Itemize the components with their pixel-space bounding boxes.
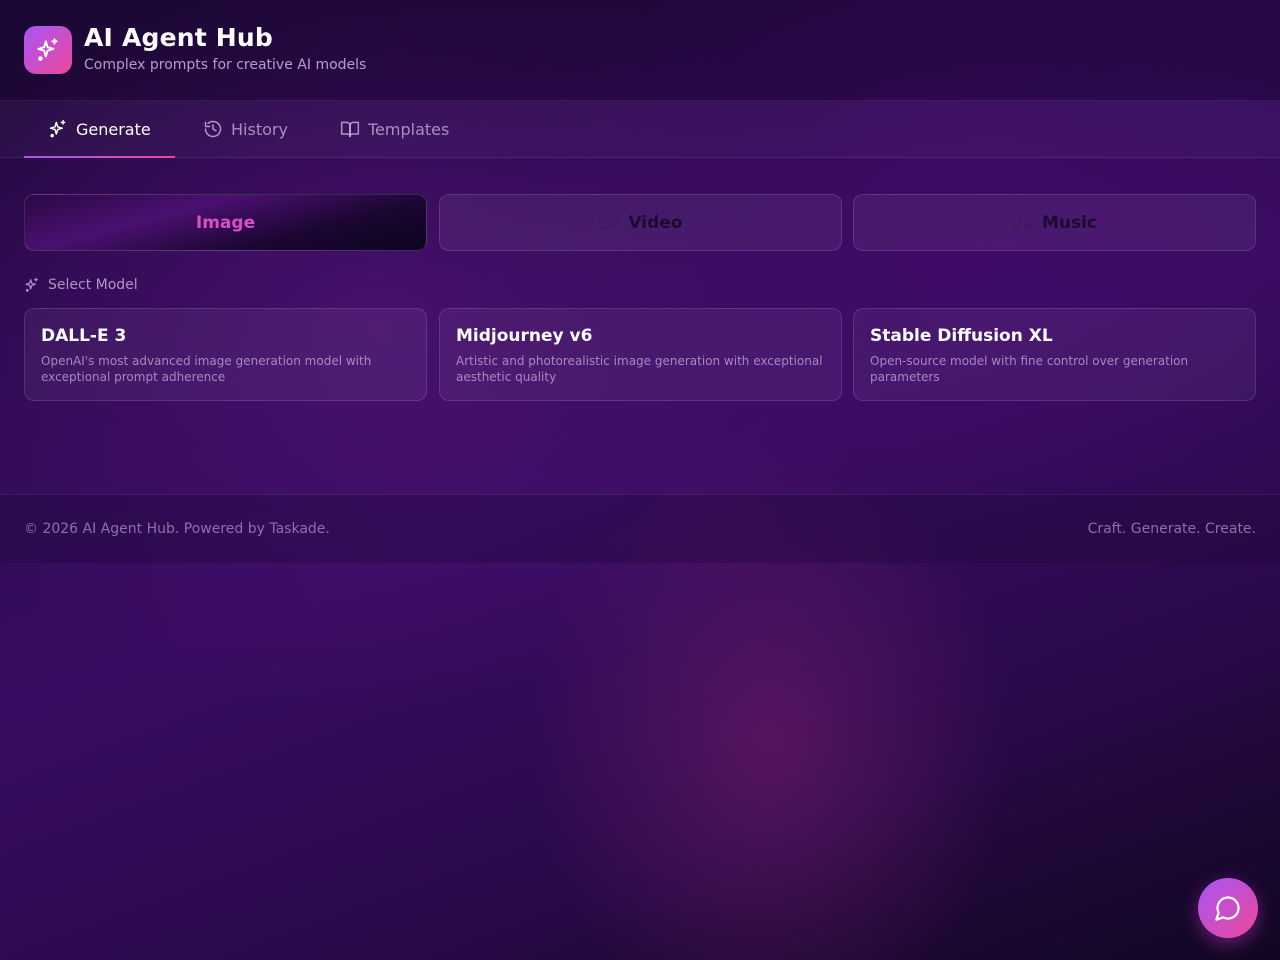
history-icon xyxy=(203,119,223,139)
app-header: AI Agent Hub Complex prompts for creativ… xyxy=(0,0,1280,101)
tab-label: Generate xyxy=(76,119,151,139)
model-description: Artistic and photorealistic image genera… xyxy=(456,354,823,384)
app-subtitle: Complex prompts for creative AI models xyxy=(84,57,367,73)
footer-tagline: Craft. Generate. Create. xyxy=(1087,521,1256,537)
chat-button[interactable] xyxy=(1198,878,1258,938)
app-footer: © 2026 AI Agent Hub. Powered by Taskade.… xyxy=(0,494,1280,563)
main-tabs: Generate History Templates xyxy=(0,101,1280,158)
chat-bubble-icon xyxy=(1214,894,1242,922)
media-type-video-button[interactable]: Video xyxy=(439,194,842,251)
sparkles-icon xyxy=(35,37,61,63)
footer-copyright: © 2026 AI Agent Hub. Powered by Taskade. xyxy=(24,521,330,537)
book-icon xyxy=(340,119,360,139)
model-description: Open-source model with fine control over… xyxy=(870,354,1189,384)
model-card-midjourney-v6[interactable]: Midjourney v6 Artistic and photorealisti… xyxy=(439,308,842,401)
video-icon xyxy=(598,213,618,233)
model-card-stable-diffusion-xl[interactable]: Stable Diffusion XL Open-source model wi… xyxy=(853,308,1256,401)
model-name: Midjourney v6 xyxy=(456,326,593,346)
model-description: OpenAI's most advanced image generation … xyxy=(41,354,372,384)
model-card-dall-e-3[interactable]: DALL-E 3 OpenAI's most advanced image ge… xyxy=(24,308,427,401)
media-type-label: Music xyxy=(1041,212,1098,233)
tab-generate[interactable]: Generate xyxy=(24,101,175,158)
app-title: AI Agent Hub xyxy=(84,23,274,52)
music-icon xyxy=(1012,213,1032,233)
tab-templates[interactable]: Templates xyxy=(340,101,449,157)
app-logo xyxy=(24,26,72,74)
media-type-label: Video xyxy=(628,212,683,233)
model-name: Stable Diffusion XL xyxy=(870,326,1053,346)
sparkles-icon xyxy=(48,119,68,139)
media-type-label: Image xyxy=(195,212,256,233)
tab-label: Templates xyxy=(368,119,450,139)
tab-history[interactable]: History xyxy=(203,101,288,157)
media-type-image-button[interactable]: Image xyxy=(24,194,427,251)
sparkles-icon xyxy=(24,277,40,293)
section-label-text: Select Model xyxy=(48,277,138,293)
model-name: DALL-E 3 xyxy=(41,326,127,346)
media-type-music-button[interactable]: Music xyxy=(853,194,1256,251)
select-model-label: Select Model xyxy=(24,277,138,293)
tab-label: History xyxy=(231,119,288,139)
